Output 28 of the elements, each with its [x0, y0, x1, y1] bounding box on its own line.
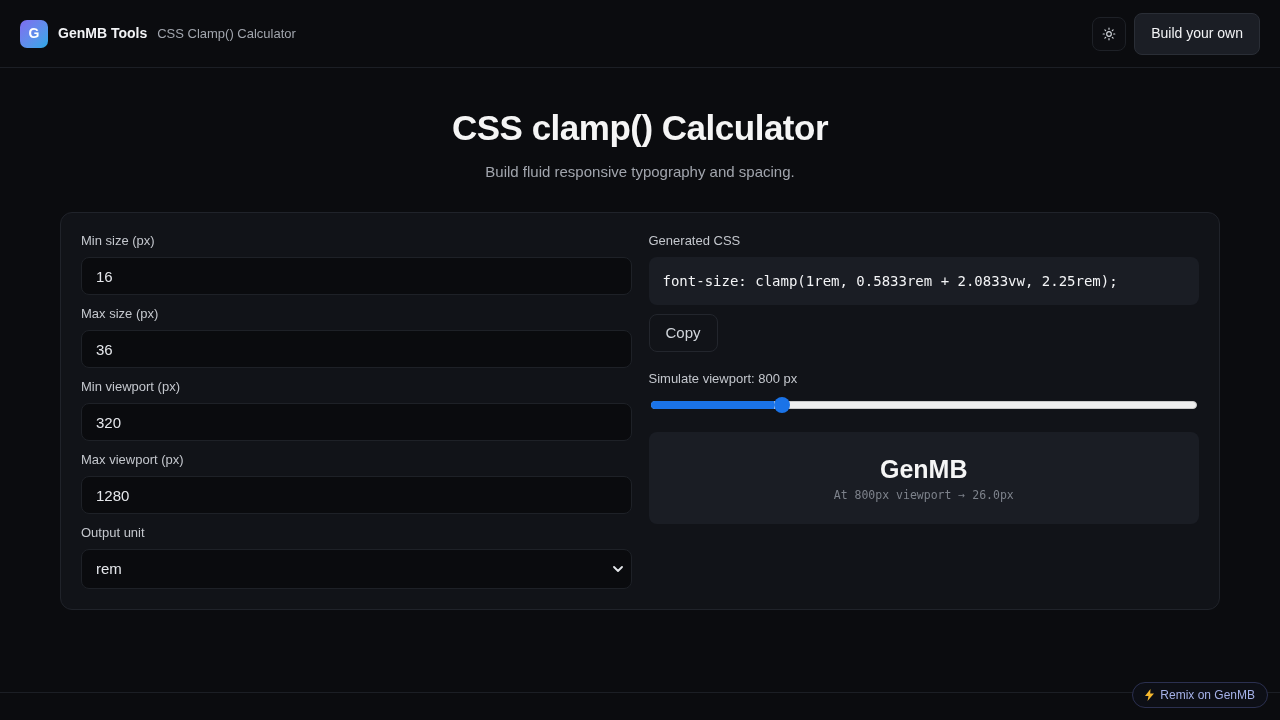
field-label: Min size (px): [81, 233, 156, 249]
sun-icon: [1102, 26, 1117, 41]
brand-name: GenMB Tools: [58, 24, 148, 43]
slider-thumb[interactable]: [774, 397, 791, 413]
viewport-slider-label: Simulate viewport: 800 px: [648, 371, 799, 387]
number-input[interactable]: 320: [81, 403, 632, 441]
unit-select[interactable]: rem: [81, 549, 632, 589]
css-code-block: font-size: clamp(1rem, 0.5833rem + 2.0833vw, 2.25rem);: [648, 257, 1199, 305]
page-subtitle: Build fluid responsive typography and spacing.: [485, 162, 795, 182]
number-input[interactable]: 1280: [81, 476, 632, 514]
field-label: Max size (px): [81, 306, 160, 322]
preview-caption: At 800px viewport → 26.0px: [833, 487, 1014, 503]
output-label: Generated CSS: [648, 233, 742, 249]
number-input[interactable]: 16: [81, 257, 632, 295]
number-input[interactable]: 36: [81, 330, 632, 368]
chevron-down-icon: [612, 566, 623, 572]
page-heading: CSS clamp() Calculator: [451, 108, 828, 148]
theme-toggle-button[interactable]: [1092, 16, 1127, 51]
field-label: Max viewport (px): [81, 452, 185, 468]
lightning-icon: [1145, 689, 1155, 701]
field-label: Min viewport (px): [81, 379, 181, 395]
logo-icon: G: [20, 19, 48, 48]
field-label: Output unit: [81, 525, 146, 541]
page-title: CSS Clamp() Calculator: [157, 24, 296, 43]
remix-badge[interactable]: Remix on GenMB: [1132, 682, 1268, 708]
build-your-own-button[interactable]: Build your own: [1134, 12, 1260, 55]
preview-sample-text: GenMB: [880, 454, 968, 485]
copy-button[interactable]: Copy: [648, 314, 718, 352]
